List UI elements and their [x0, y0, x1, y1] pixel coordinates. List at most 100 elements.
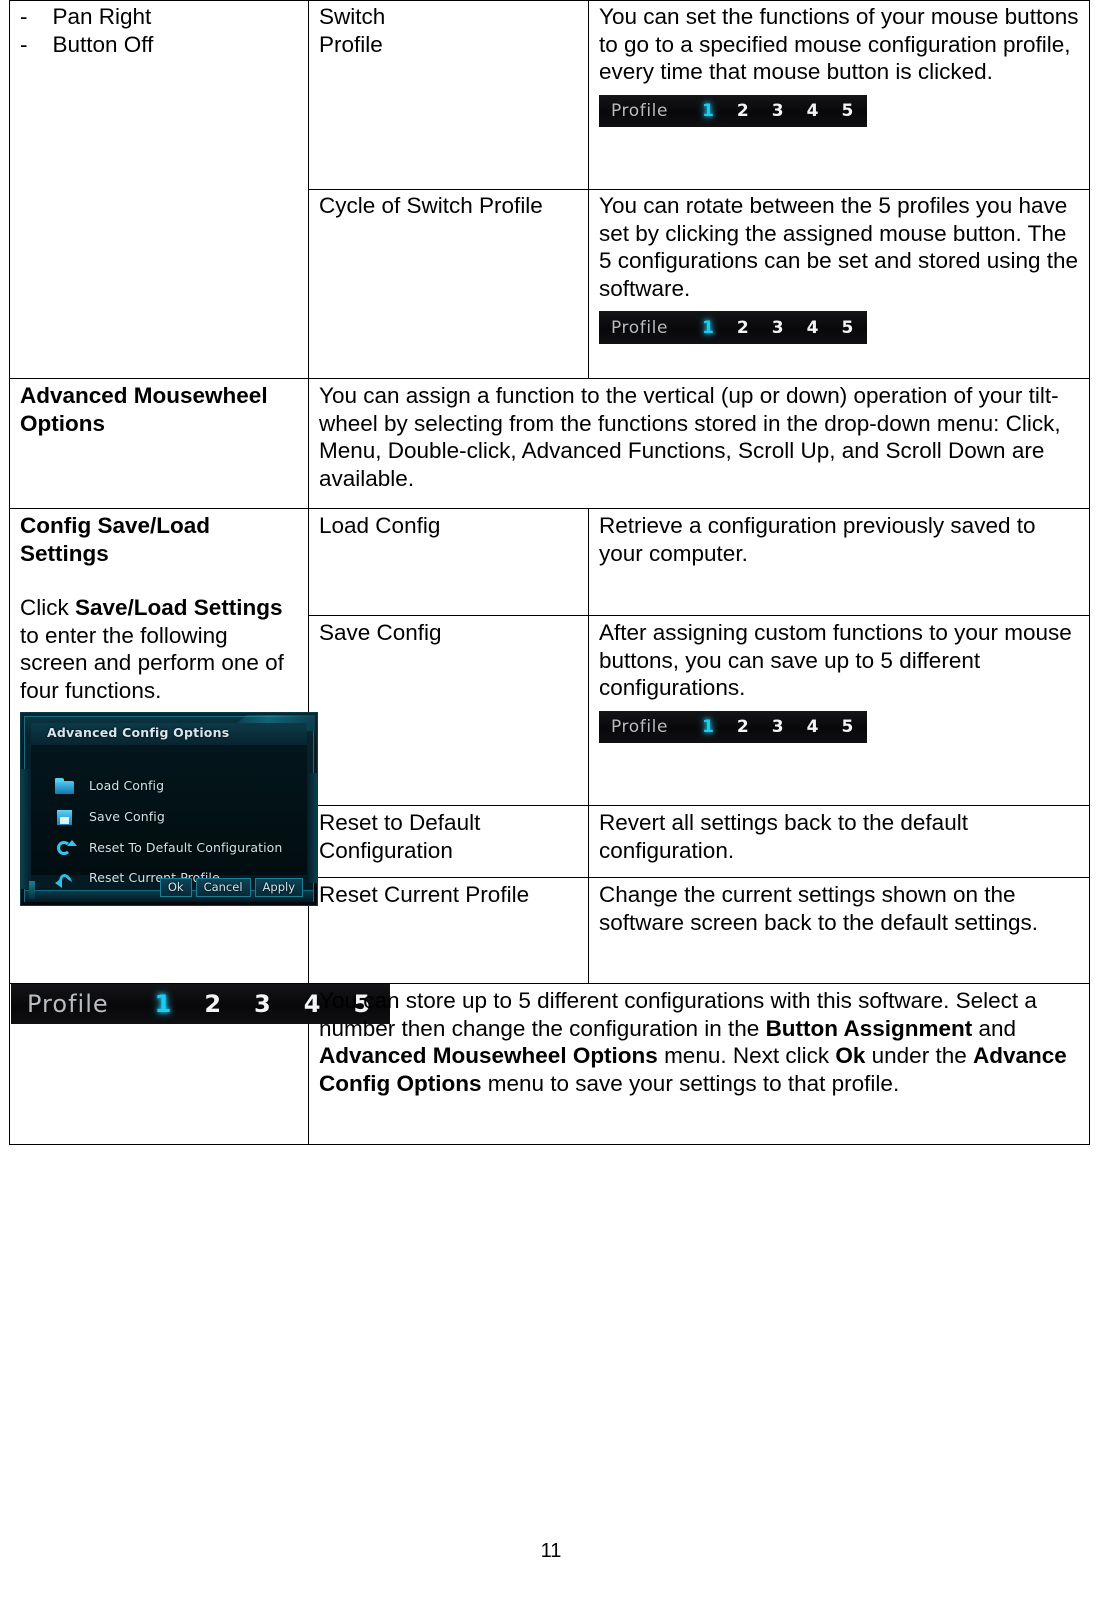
- dialog-item-label: Load Config: [89, 778, 165, 794]
- config-save-load-title-line2: Settings: [20, 540, 109, 566]
- profile-number-4[interactable]: 4: [807, 103, 819, 120]
- switch-profile-description: You can set the functions of your mouse …: [599, 4, 1079, 84]
- intro-text-post: to enter the following screen and perfor…: [20, 622, 284, 703]
- dialog-item-reset-default[interactable]: Reset To Default Configuration: [55, 833, 282, 855]
- reset-default-name-cell: Reset to Default Configuration: [308, 805, 589, 878]
- config-save-load-title-cell: Config Save/Load Settings Click Save/Loa…: [9, 508, 318, 984]
- cancel-button[interactable]: Cancel: [195, 877, 251, 897]
- settings-table: - Pan Right - Button Off Switch Profile …: [9, 0, 1090, 1145]
- config-save-load-intro: Click Save/Load Settings to enter the fo…: [20, 594, 300, 704]
- advanced-mousewheel-title-line1: Advanced Mousewheel: [20, 383, 268, 408]
- folder-icon: [55, 777, 75, 795]
- button-list-item: - Button Off: [20, 31, 154, 57]
- apply-button[interactable]: Apply: [254, 877, 303, 897]
- profile-number-5[interactable]: 5: [841, 319, 853, 337]
- cycle-switch-profile-desc-cell: You can rotate between the 5 profiles yo…: [588, 189, 1090, 379]
- table-row: - Pan Right - Button Off Switch Profile …: [9, 0, 1090, 379]
- profile-number-3[interactable]: 3: [254, 992, 271, 1016]
- profile-number-1[interactable]: 1: [155, 992, 172, 1016]
- profile-number-3[interactable]: 3: [772, 319, 784, 337]
- profile-number-3[interactable]: 3: [772, 103, 784, 120]
- profile-number-4[interactable]: 4: [304, 992, 321, 1016]
- profile-bar-widget[interactable]: Profile 1 2 3 4 5: [599, 710, 868, 743]
- reset-current-profile-desc-cell: Change the current settings shown on the…: [588, 877, 1090, 984]
- button-list-cell: - Pan Right - Button Off: [9, 0, 309, 379]
- advanced-mousewheel-title-line2: Options: [20, 410, 105, 436]
- advanced-mousewheel-desc-cell: You can assign a function to the vertica…: [308, 378, 1090, 509]
- profile-bar-label: Profile: [27, 990, 109, 1019]
- profile-number-1[interactable]: 1: [702, 319, 714, 337]
- profile-bold-1: Button Assignment: [765, 1015, 973, 1041]
- ok-button[interactable]: Ok: [159, 877, 192, 897]
- profile-number-5[interactable]: 5: [841, 719, 853, 736]
- floppy-disk-icon: [55, 809, 75, 826]
- advanced-mousewheel-description: You can assign a function to the vertica…: [319, 383, 1061, 491]
- advanced-mousewheel-title-cell: Advanced Mousewheel Options: [9, 378, 309, 509]
- dialog-right-decoration: [308, 773, 317, 883]
- profile-number-4[interactable]: 4: [807, 719, 819, 736]
- cycle-switch-profile-description: You can rotate between the 5 profiles yo…: [599, 193, 1079, 301]
- dialog-item-save-config[interactable]: Save Config: [55, 802, 165, 826]
- profile-number-4[interactable]: 4: [807, 319, 819, 337]
- profile-text-2: and: [972, 1015, 1017, 1041]
- dialog-item-load-config[interactable]: Load Config: [55, 771, 164, 795]
- load-config-name: Load Config: [319, 513, 441, 538]
- intro-text-bold: Save/Load Settings: [75, 595, 283, 620]
- profile-number-5[interactable]: 5: [841, 103, 853, 120]
- cycle-switch-profile-name-cell: Cycle of Switch Profile: [308, 189, 589, 379]
- save-config-desc-cell: After assigning custom functions to your…: [588, 615, 1090, 806]
- table-row: Config Save/Load Settings Click Save/Loa…: [9, 508, 1090, 984]
- switch-profile-name-line2: Profile: [319, 31, 383, 57]
- intro-text-pre: Click: [20, 595, 75, 620]
- undo-arrow-icon: [55, 870, 75, 888]
- load-config-description: Retrieve a configuration previously save…: [599, 513, 1036, 566]
- profile-number-2[interactable]: 2: [204, 992, 221, 1016]
- cycle-switch-profile-name: Cycle of Switch Profile: [319, 193, 543, 218]
- profile-bold-3: Ok: [835, 1043, 866, 1068]
- profile-bar-label: Profile: [611, 717, 669, 738]
- dialog-item-label: Reset To Default Configuration: [89, 840, 283, 856]
- profile-number-1[interactable]: 1: [702, 103, 714, 120]
- button-list-item: - Pan Right: [20, 4, 152, 29]
- document-page: - Pan Right - Button Off Switch Profile …: [0, 0, 1102, 1597]
- load-config-desc-cell: Retrieve a configuration previously save…: [588, 508, 1090, 616]
- dialog-item-label: Save Config: [89, 809, 165, 825]
- profile-bar-label: Profile: [611, 317, 669, 338]
- load-config-name-cell: Load Config: [308, 508, 589, 616]
- reset-current-profile-description: Change the current settings shown on the…: [599, 882, 1038, 935]
- profile-bar-widget[interactable]: Profile 1 2 3 4 5: [599, 94, 868, 127]
- dialog-left-decoration: [21, 769, 31, 889]
- profile-number-2[interactable]: 2: [737, 719, 749, 736]
- switch-profile-name-cell: Switch Profile: [308, 0, 589, 190]
- refresh-icon: [55, 839, 77, 857]
- reset-default-description: Revert all settings back to the default …: [599, 810, 968, 863]
- profile-row-desc-cell: You can store up to 5 different configur…: [308, 983, 1090, 1145]
- reset-default-desc-cell: Revert all settings back to the default …: [588, 805, 1090, 878]
- profile-text-4: under the: [865, 1043, 973, 1068]
- profile-text-3: menu. Next click: [657, 1043, 836, 1068]
- profile-bar-label: Profile: [611, 101, 669, 122]
- profile-number-2[interactable]: 2: [737, 319, 749, 337]
- profile-number-2[interactable]: 2: [737, 103, 749, 120]
- reset-default-name: Reset to Default Configuration: [319, 810, 481, 863]
- table-row: Profile 1 2 3 4 5 You can store up to 5 diffe…: [9, 983, 1090, 1145]
- switch-profile-desc-cell: You can set the functions of your mouse …: [588, 0, 1090, 190]
- advanced-config-options-dialog-screenshot[interactable]: Advanced Config Options Load Config Save…: [20, 712, 318, 906]
- profile-bar-widget[interactable]: Profile 1 2 3 4 5: [599, 311, 868, 344]
- dialog-title: Advanced Config Options: [47, 725, 230, 740]
- profile-row-description: You can store up to 5 different configur…: [319, 987, 1081, 1097]
- save-config-description: After assigning custom functions to your…: [599, 620, 1072, 700]
- profile-bar-cell: Profile 1 2 3 4 5: [9, 983, 391, 1145]
- save-config-name-cell: Save Config: [308, 615, 589, 806]
- dialog-bottom-decoration: [29, 881, 35, 899]
- switch-profile-name-line1: Switch: [319, 4, 386, 29]
- profile-text-5: menu to save your settings to that profi…: [481, 1070, 900, 1096]
- dialog-button-row: Ok Cancel Apply: [156, 870, 303, 898]
- table-row: Advanced Mousewheel Options You can assi…: [9, 378, 1090, 509]
- profile-number-3[interactable]: 3: [772, 719, 784, 736]
- reset-current-profile-name: Reset Current Profile: [319, 882, 530, 907]
- config-save-load-title-line1: Config Save/Load: [20, 513, 211, 538]
- reset-current-profile-name-cell: Reset Current Profile: [308, 877, 589, 984]
- profile-number-1[interactable]: 1: [702, 719, 714, 736]
